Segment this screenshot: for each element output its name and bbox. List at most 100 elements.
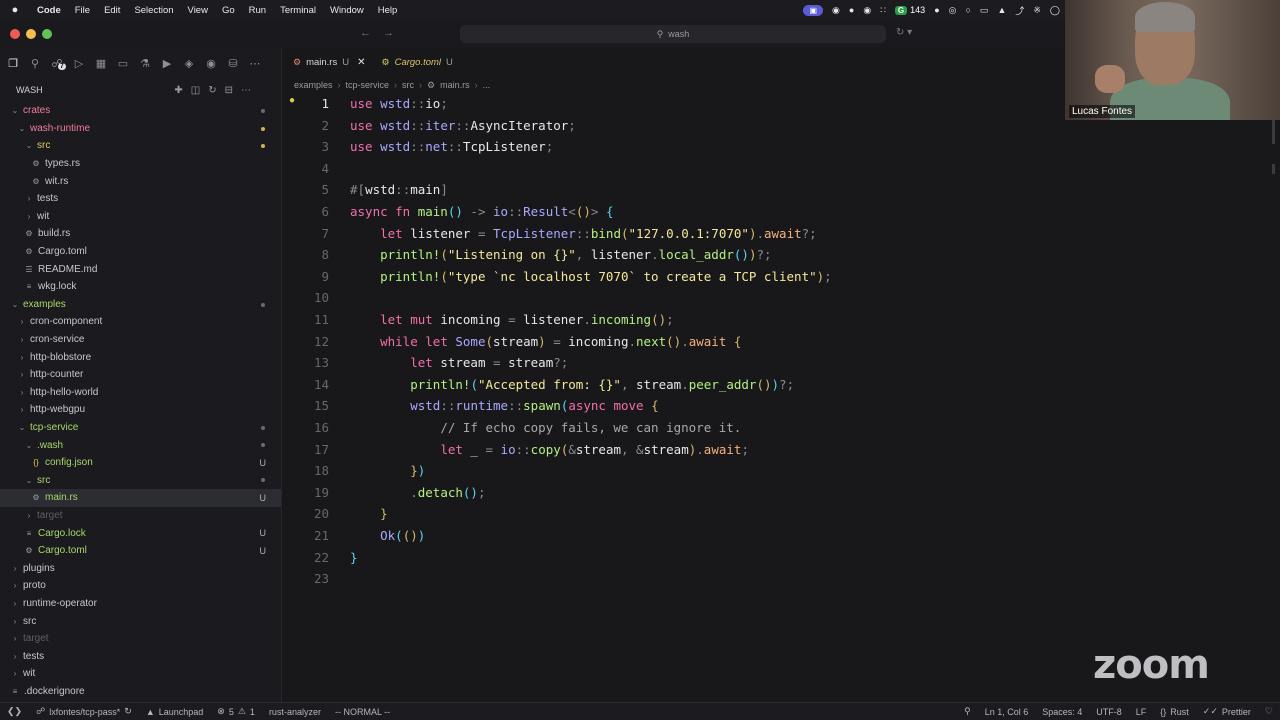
tray-icon[interactable]: ● [934,5,939,15]
tree-item[interactable]: › cron-component [0,313,281,331]
close-icon[interactable]: ✕ [357,57,365,68]
code-line[interactable]: }) [350,463,425,478]
code-line[interactable]: while let Some(stream) = incoming.next()… [350,334,741,349]
menu-file[interactable]: File [68,5,97,16]
run-debug-icon[interactable]: ▷ [72,57,86,70]
tree-item[interactable]: {} config.json U [0,454,281,472]
tree-item[interactable]: › runtime-operator [0,595,281,613]
tree-item[interactable]: ⌄ crates [0,102,281,120]
menu-terminal[interactable]: Terminal [273,5,323,16]
menu-go[interactable]: Go [215,5,242,16]
tree-item[interactable]: › http-counter [0,366,281,384]
code-line[interactable]: let _ = io::copy(&stream, &stream).await… [350,442,749,457]
tree-item[interactable]: ≡ .dockerignore [0,683,281,701]
collapse-all-icon[interactable]: ⊟ [225,85,233,96]
code-line[interactable]: println!("Listening on {}", listener.loc… [350,247,771,262]
tree-item[interactable]: ⚙ build.rs [0,225,281,243]
remote-indicator[interactable]: ❮❯ [0,706,29,717]
tray-icon[interactable]: ○ [965,5,970,15]
code-line[interactable]: use wstd::io; [350,96,448,111]
code-line[interactable]: println!("Accepted from: {}", stream.pee… [350,377,794,392]
menu-run[interactable]: Run [242,5,273,16]
code-line[interactable]: async fn main() -> io::Result<()> { [350,204,613,219]
tree-item[interactable]: › http-hello-world [0,384,281,402]
code-line[interactable]: Ok(()) [350,528,425,543]
breadcrumb-item[interactable]: ... [483,80,491,90]
problems-indicator[interactable]: ⊗ 5 ⚠ 1 [210,706,262,717]
grammarly-tray[interactable]: G 143 [894,5,925,15]
play-icon[interactable]: ▶ [160,57,174,70]
explorer-icon[interactable]: ❐ [6,57,20,70]
breadcrumb-item[interactable]: examples [294,80,333,90]
tree-item[interactable]: ⌄ src [0,137,281,155]
tray-icon[interactable]: ◯ [1050,5,1060,16]
remote-icon[interactable]: ▭ [116,57,130,70]
tree-item[interactable]: ⚙ Cargo.toml [0,243,281,261]
testing-icon[interactable]: ⚗ [138,57,152,70]
tree-item[interactable]: › wit [0,208,281,226]
tray-icon[interactable]: ● [849,5,854,15]
notifications-icon[interactable]: ♡ [1258,706,1280,717]
tree-item[interactable]: › http-webgpu [0,401,281,419]
tree-item[interactable]: › proto [0,577,281,595]
tree-item[interactable]: › target [0,507,281,525]
launchpad-item[interactable]: ▲ Launchpad [139,707,210,717]
apple-logo-icon[interactable]: ● [0,4,30,16]
tree-item[interactable]: › plugins [0,559,281,577]
tree-item[interactable]: ≡ Cargo.lock U [0,524,281,542]
code-line[interactable]: let stream = stream?; [350,355,568,370]
gitlens-icon[interactable]: ◉ [204,57,218,70]
zoom-tray-icon[interactable]: ◉ [832,5,840,16]
zoom-icon[interactable]: ⚲ [957,706,978,717]
code-line[interactable]: wstd::runtime::spawn(async move { [350,398,658,413]
code-line[interactable]: let listener = TcpListener::bind("127.0.… [350,226,817,241]
nav-arrows[interactable]: ←→ [360,27,406,39]
tree-item[interactable]: › target [0,630,281,648]
tree-item[interactable]: ⌄ tcp-service [0,419,281,437]
bluetooth-icon[interactable]: ※ [1033,5,1041,16]
code-line[interactable]: use wstd::net::TcpListener; [350,139,553,154]
tree-item[interactable]: › cron-service [0,331,281,349]
tray-icon[interactable]: ▭ [980,5,989,16]
tree-item[interactable]: ⚙ Cargo.toml U [0,542,281,560]
tray-icon[interactable]: ▲ [997,5,1006,15]
tree-item[interactable]: ⚙ main.rs U [0,489,281,507]
code-line[interactable]: use wstd::iter::AsyncIterator; [350,118,576,133]
menu-edit[interactable]: Edit [97,5,127,16]
command-center-search[interactable]: ⚲ wash [460,25,886,43]
tree-item[interactable]: ≡ wkg.lock [0,278,281,296]
menu-help[interactable]: Help [371,5,405,16]
breadcrumb-item[interactable]: main.rs [440,80,470,90]
new-folder-icon[interactable]: ◫ [191,85,200,96]
indentation[interactable]: Spaces: 4 [1035,707,1089,717]
language-server[interactable]: rust-analyzer [262,707,328,717]
branch-indicator[interactable]: ☍ lxfontes/tcp-pass* ↻ [29,706,139,717]
tree-item[interactable]: › tests [0,647,281,665]
scrollbar-overview[interactable] [1272,120,1277,280]
containers-icon[interactable]: ⛁ [226,57,240,70]
more-icon[interactable]: ⋯ [248,57,262,70]
breadcrumb-item[interactable]: src [402,80,414,90]
refresh-icon[interactable]: ↻ [208,85,216,96]
cursor-position[interactable]: Ln 1, Col 6 [978,707,1036,717]
code-line[interactable]: } [350,506,388,521]
menu-code[interactable]: Code [30,5,68,16]
menu-window[interactable]: Window [323,5,371,16]
code-line[interactable]: // If echo copy fails, we can ignore it. [350,420,741,435]
minimize-window-button[interactable] [26,29,36,39]
menu-view[interactable]: View [181,5,215,16]
menu-selection[interactable]: Selection [127,5,180,16]
grid-icon[interactable]: ∷ [880,5,886,16]
code-line[interactable]: .detach(); [350,485,485,500]
tree-item[interactable]: ⌄ examples [0,296,281,314]
code-line[interactable]: } [350,550,358,565]
tree-item[interactable]: › http-blobstore [0,348,281,366]
extensions-icon[interactable]: ▦ [94,57,108,70]
formatter[interactable]: ✓✓ Prettier [1196,706,1258,717]
tree-item[interactable]: › src [0,612,281,630]
encoding[interactable]: UTF-8 [1089,707,1129,717]
tray-icon[interactable]: ◎ [949,5,957,16]
new-file-icon[interactable]: ✚ [174,85,182,96]
tree-item[interactable]: ⚙ wit.rs [0,172,281,190]
source-control-icon[interactable]: ☍ 7 [50,57,66,70]
